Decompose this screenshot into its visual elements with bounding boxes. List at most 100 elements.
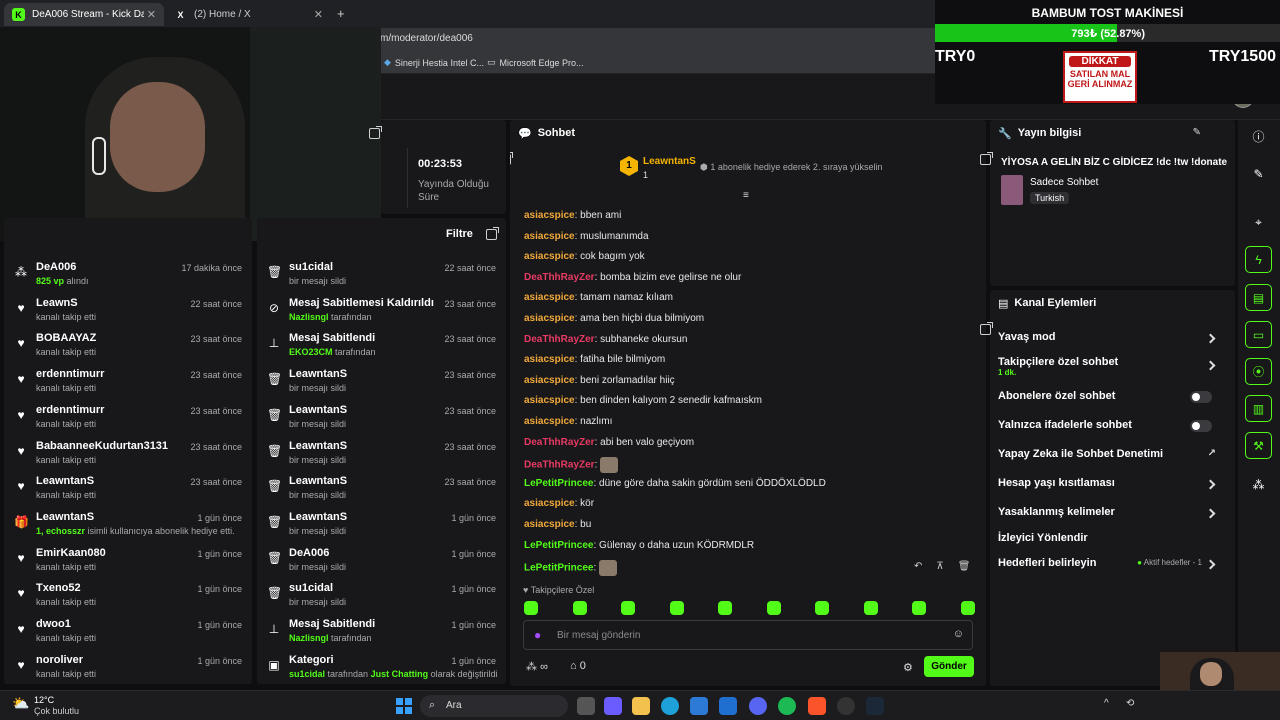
edge-icon[interactable] [661, 697, 679, 715]
toggle-switch[interactable] [1190, 420, 1212, 432]
quick-emote-icon[interactable] [572, 601, 587, 615]
quick-emote-icon[interactable] [912, 601, 926, 615]
chat-message[interactable]: DeaThhRayZer: bomba bizim eve gelirse ne… [524, 272, 741, 283]
chat-message[interactable]: asiacspice: muslumanımda [524, 231, 649, 242]
quick-emote-icon[interactable] [718, 601, 732, 615]
chat-message[interactable]: LePetitPrincee: Gülenay o daha uzun KÖDR… [524, 540, 754, 551]
channel-action-item[interactable]: Yapay Zeka ile Sohbet Denetimi ↗ [998, 448, 1224, 470]
chat-message[interactable]: asiacspice: tamam namaz kılıam [524, 292, 673, 303]
popout-icon[interactable] [980, 152, 993, 165]
chat-message[interactable]: DeaThhRayZer: subhaneke okursun [524, 334, 687, 345]
spotify-icon[interactable] [778, 697, 796, 715]
channel-action-item[interactable]: Hesap yaşı kısıtlaması [998, 477, 1224, 499]
channel-action-item[interactable]: Abonelere özel sohbet [998, 390, 1224, 412]
taskbar-search[interactable]: ⌕ Ara [420, 695, 568, 717]
quick-emote-icon[interactable] [815, 601, 829, 615]
chat-username[interactable]: asiacspice [524, 292, 575, 303]
close-tab-icon[interactable]: ✕ [314, 8, 323, 21]
send-button[interactable]: Gönder [924, 656, 974, 677]
collapse-icon[interactable]: ≡ [743, 190, 753, 201]
quick-emote-icon[interactable] [960, 601, 975, 615]
chat-message[interactable]: asiacspice: ben dinden kalıyom 2 senedir… [524, 395, 762, 406]
document-icon[interactable]: ▤ [1245, 284, 1272, 311]
pin-icon[interactable]: ⊼ [936, 561, 943, 572]
quick-emote-icon[interactable] [766, 601, 781, 615]
chat-username[interactable]: DeaThhRayZer [524, 437, 595, 448]
chat-username[interactable]: asiacspice [524, 354, 575, 365]
chat-message[interactable]: LePetitPrincee: düne göre daha sakin gör… [524, 478, 826, 489]
points-icon[interactable]: ⁂ ∞ [526, 660, 548, 673]
tray-chevron-icon[interactable]: ^ [1104, 698, 1109, 709]
message-input[interactable]: ● Bir mesaj gönderin ☺ [523, 620, 973, 650]
chat-message[interactable]: asiacspice: beni zorlamadılar hiiç [524, 375, 675, 386]
emoji-icon[interactable]: ☺ [953, 628, 964, 640]
widgets-icon[interactable] [604, 697, 622, 715]
quick-emote-icon[interactable] [621, 601, 635, 615]
chat-username[interactable]: LePetitPrincee [524, 540, 593, 551]
chat-message[interactable]: asiacspice: ama ben hiçbi dua bilmiyom [524, 313, 704, 324]
chat-message[interactable]: asiacspice: nazlımı [524, 416, 612, 427]
chat-message[interactable]: asiacspice: fatiha bile bilmiyom [524, 354, 665, 365]
chat-message[interactable]: LePetitPrincee: [524, 560, 618, 577]
popout-icon[interactable] [980, 322, 993, 335]
channel-action-item[interactable]: Yasaklanmış kelimeler [998, 506, 1224, 528]
channel-action-item[interactable]: Hedefleri belirleyin ● Aktif hedefler - 1 [998, 557, 1224, 579]
quick-emote-icon[interactable] [863, 601, 878, 615]
chat-username[interactable]: asiacspice [524, 231, 575, 242]
pencil-icon[interactable]: ✎ [1245, 160, 1272, 187]
steam-icon[interactable] [866, 697, 884, 715]
channel-action-item[interactable]: Yavaş mod [998, 331, 1224, 353]
chat-message[interactable]: asiacspice: kör [524, 498, 594, 509]
store-app-icon[interactable] [690, 697, 708, 715]
chat-username[interactable]: asiacspice [524, 251, 575, 262]
crosshair-icon[interactable]: ⌖ [1245, 209, 1272, 236]
bookmark-edge[interactable]: ▭ Microsoft Edge Pro... [487, 57, 584, 68]
chat-message[interactable]: asiacspice: cok bagım yok [524, 251, 645, 262]
tray-app-icon[interactable]: ⟲ [1126, 698, 1134, 709]
toggle-switch[interactable] [1190, 391, 1212, 403]
popout-icon[interactable] [369, 126, 382, 139]
chat-username[interactable]: asiacspice [524, 375, 575, 386]
channel-action-item[interactable]: Takipçilere özel sohbet 1 dk. [998, 356, 1224, 378]
chat-username[interactable]: LePetitPrincee [524, 563, 593, 574]
store-icon[interactable]: ⌂ 0 [570, 660, 586, 672]
tools-icon[interactable]: ⚒ [1245, 432, 1272, 459]
edit-icon[interactable]: ✎ [1193, 127, 1201, 138]
url-text[interactable]: m/moderator/dea006 [380, 33, 473, 44]
chat-message[interactable]: DeaThhRayZer: abi ben valo geçiyom [524, 437, 694, 448]
channel-action-item[interactable]: Yalnızca ifadelerle sohbet [998, 419, 1224, 441]
chat-message[interactable]: DeaThhRayZer: [524, 457, 619, 474]
lightning-icon[interactable]: ϟ [1245, 246, 1272, 273]
chat-username[interactable]: asiacspice [524, 498, 575, 509]
delete-icon[interactable]: 🗑 [958, 561, 971, 572]
chat-username[interactable]: DeaThhRayZer [524, 460, 595, 471]
mail-icon[interactable] [719, 697, 737, 715]
windows-start-icon[interactable] [396, 698, 412, 714]
quick-emote-icon[interactable] [669, 601, 684, 615]
task-view-icon[interactable] [577, 697, 595, 715]
chat-username[interactable]: DeaThhRayZer [524, 334, 595, 345]
broadcast-icon[interactable]: ⦿ [1245, 358, 1272, 385]
microphone-icon[interactable]: ● [534, 628, 541, 642]
file-explorer-icon[interactable] [632, 697, 650, 715]
popout-icon[interactable] [486, 227, 499, 240]
chat-username[interactable]: asiacspice [524, 210, 575, 221]
layout-icon[interactable]: ▥ [1245, 395, 1272, 422]
bookmark-sinerji[interactable]: ◆ Sinerji Hestia Intel C... [384, 57, 484, 68]
discord-icon[interactable] [749, 697, 767, 715]
reply-icon[interactable]: ↶ [914, 561, 922, 572]
chat-username[interactable]: asiacspice [524, 395, 575, 406]
chat-message[interactable]: asiacspice: bu [524, 519, 591, 530]
brave-icon[interactable] [808, 697, 826, 715]
quick-emote-icon[interactable] [524, 601, 538, 615]
chat-username[interactable]: asiacspice [524, 416, 575, 427]
chat-icon[interactable]: ▭ [1245, 321, 1272, 348]
chat-username[interactable]: DeaThhRayZer [524, 272, 595, 283]
popout-icon[interactable] [510, 152, 513, 165]
chat-username[interactable]: asiacspice [524, 313, 575, 324]
channel-action-item[interactable]: İzleyici Yönlendir [998, 532, 1224, 554]
chat-username[interactable]: asiacspice [524, 519, 575, 530]
chat-username[interactable]: LePetitPrincee [524, 478, 593, 489]
tab-kick-dashboard[interactable]: K DeA006 Stream - Kick Dashboard ✕ [4, 3, 164, 26]
settings-gear-icon[interactable]: ⚙ [903, 661, 913, 674]
